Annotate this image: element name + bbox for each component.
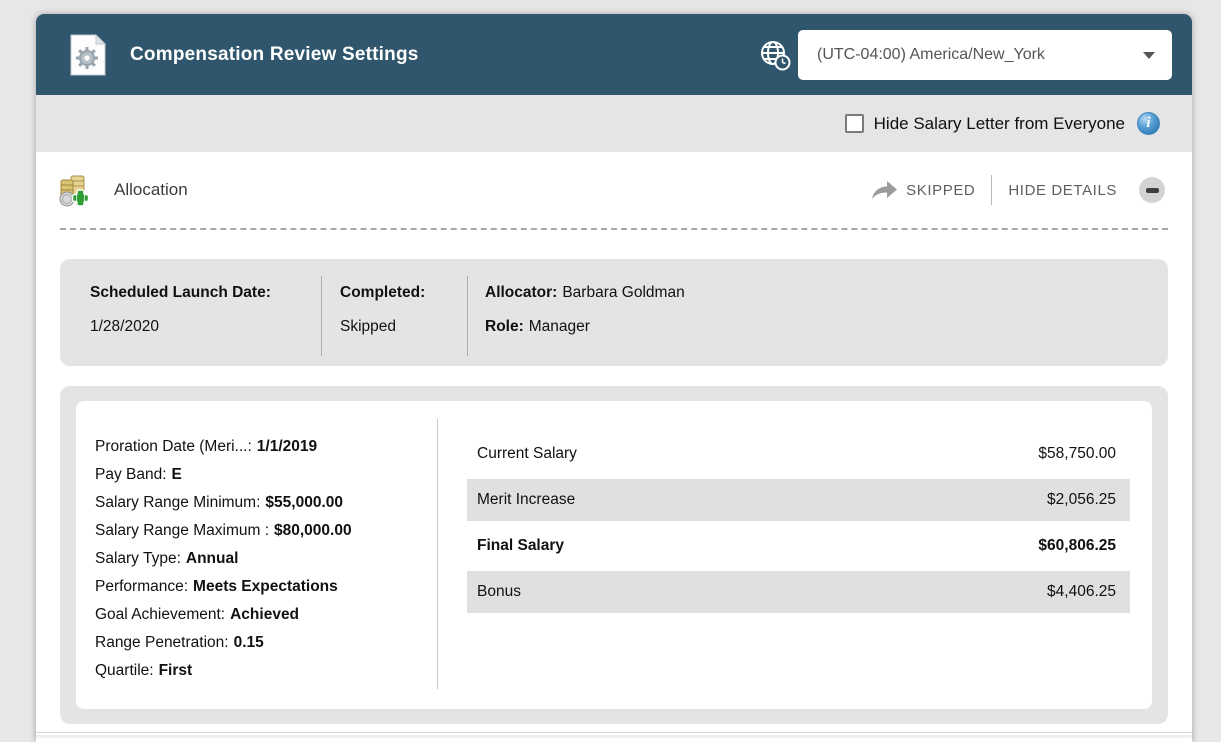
hide-salary-letter-checkbox[interactable] <box>845 114 864 133</box>
table-row-current-salary: Current Salary$58,750.00 <box>467 433 1130 475</box>
detail-salary-range-max: Salary Range Maximum :$80,000.00 <box>95 517 437 545</box>
section-title: Allocation <box>114 180 188 200</box>
detail-quartile: Quartile:First <box>95 657 437 685</box>
info-icon[interactable]: i <box>1137 112 1160 135</box>
allocator-value: Barbara Goldman <box>562 284 684 301</box>
allocator-label: Allocator: <box>485 284 557 301</box>
page-title: Compensation Review Settings <box>130 44 419 66</box>
timezone-globe-icon <box>759 39 791 71</box>
table-row-bonus: Bonus$4,406.25 <box>467 571 1130 613</box>
detail-salary-type: Salary Type:Annual <box>95 545 437 573</box>
timezone-select[interactable]: (UTC-04:00) America/New_York <box>798 30 1172 80</box>
completed-value: Skipped <box>340 318 396 335</box>
main-panel: Compensation Review Settings (UTC-04:00)… <box>36 14 1192 742</box>
allocation-detail-card: Proration Date (Meri...:1/1/2019 Pay Ban… <box>60 386 1168 724</box>
detail-range-penetration: Range Penetration:0.15 <box>95 629 437 657</box>
section-bottom-divider <box>36 732 1192 735</box>
allocation-section-header: Allocation SKIPPED HIDE DETAILS <box>36 152 1192 228</box>
salary-table: Current Salary$58,750.00 Merit Increase$… <box>438 401 1152 709</box>
role-label: Role: <box>485 318 524 335</box>
detail-proration-date: Proration Date (Meri...:1/1/2019 <box>95 433 437 461</box>
collapse-section-button[interactable] <box>1139 177 1165 203</box>
skip-arrow-icon <box>871 179 898 201</box>
detail-salary-range-min: Salary Range Minimum:$55,000.00 <box>95 489 437 517</box>
role-value: Manager <box>529 318 590 335</box>
detail-goal-achievement: Goal Achievement:Achieved <box>95 601 437 629</box>
launch-date-label: Scheduled Launch Date: <box>90 284 271 301</box>
hide-details-button[interactable]: HIDE DETAILS <box>1008 182 1117 199</box>
table-row-merit-increase: Merit Increase$2,056.25 <box>467 479 1130 521</box>
options-band: Hide Salary Letter from Everyone i <box>36 95 1192 152</box>
chevron-down-icon <box>1143 52 1155 59</box>
timezone-selected-value: (UTC-04:00) America/New_York <box>817 46 1143 64</box>
allocation-money-icon <box>58 174 91 207</box>
table-row-final-salary: Final Salary$60,806.25 <box>467 525 1130 567</box>
summary-card: Scheduled Launch Date: 1/28/2020 Complet… <box>60 259 1168 366</box>
divider <box>991 175 992 205</box>
hide-salary-letter-label: Hide Salary Letter from Everyone <box>874 114 1125 134</box>
launch-date-value: 1/28/2020 <box>90 318 159 335</box>
completed-label: Completed: <box>340 284 425 301</box>
detail-performance: Performance:Meets Expectations <box>95 573 437 601</box>
document-gear-icon <box>70 34 106 76</box>
summary-completed: Completed: Skipped <box>322 276 468 356</box>
detail-inner-card: Proration Date (Meri...:1/1/2019 Pay Ban… <box>76 401 1152 709</box>
status-badge: SKIPPED <box>906 182 975 199</box>
summary-launch-date: Scheduled Launch Date: 1/28/2020 <box>60 276 322 356</box>
dashed-separator <box>60 228 1168 230</box>
header-bar: Compensation Review Settings (UTC-04:00)… <box>36 14 1192 95</box>
summary-allocator: Allocator: Barbara Goldman Role: Manager <box>468 276 1168 366</box>
minus-icon <box>1146 188 1159 193</box>
detail-pay-band: Pay Band:E <box>95 461 437 489</box>
employee-detail-list: Proration Date (Meri...:1/1/2019 Pay Ban… <box>76 401 437 709</box>
